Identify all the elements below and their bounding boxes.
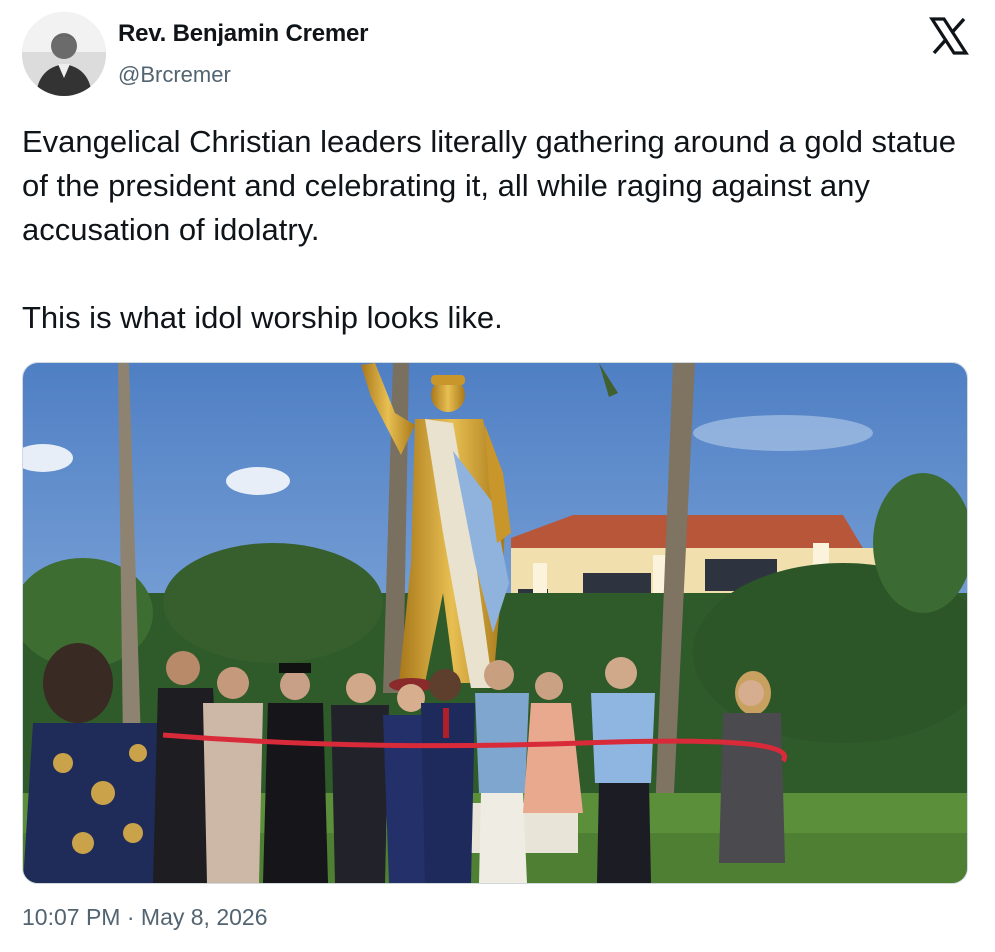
author-handle[interactable]: @Brcremer — [118, 62, 231, 88]
statue-ceremony-photo — [23, 363, 967, 883]
timestamp-separator: · — [126, 904, 135, 930]
timestamp-date: May 8, 2026 — [140, 904, 268, 930]
avatar-photo — [22, 12, 106, 96]
avatar[interactable] — [22, 12, 106, 96]
tweet-text: Evangelical Christian leaders literally … — [22, 120, 972, 340]
timestamp-time: 10:07 PM — [22, 904, 121, 930]
x-logo-icon[interactable] — [929, 16, 969, 56]
tweet-paragraph-2: This is what idol worship looks like. — [22, 300, 503, 335]
tweet-paragraph-1: Evangelical Christian leaders literally … — [22, 124, 956, 247]
tweet-photo[interactable] — [22, 362, 968, 884]
tweet-header: Rev. Benjamin Cremer @Brcremer — [22, 12, 975, 98]
author-name[interactable]: Rev. Benjamin Cremer — [118, 20, 369, 48]
timestamp[interactable]: 10:07 PM · May 8, 2026 — [22, 904, 268, 931]
